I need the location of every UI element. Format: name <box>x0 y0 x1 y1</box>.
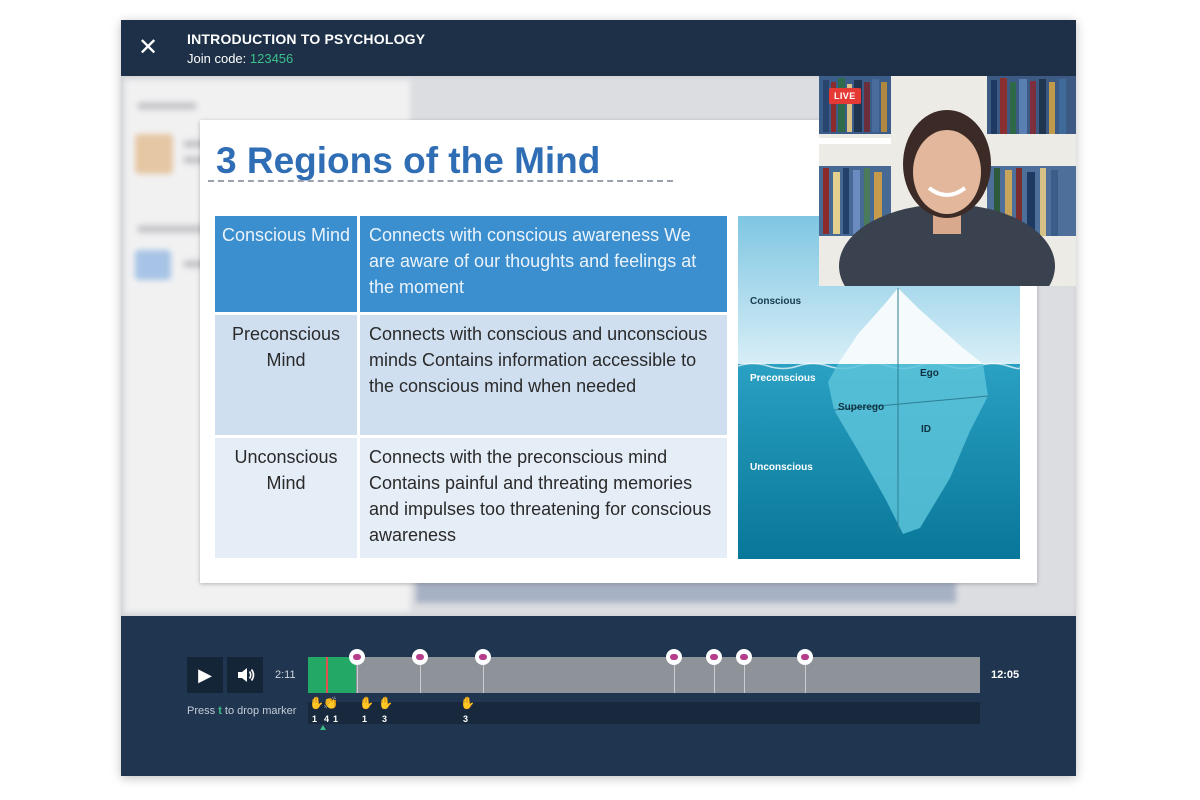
timeline-scrubber[interactable] <box>308 657 980 693</box>
comment-marker[interactable] <box>475 649 491 665</box>
region-description: Connects with the preconscious mind Cont… <box>360 438 727 558</box>
lecture-window: ✕ INTRODUCTION TO PSYCHOLOGY Join code: … <box>121 20 1076 776</box>
title-divider <box>208 180 673 182</box>
marker-line <box>744 665 745 693</box>
raise-hand-icon[interactable]: ✋ <box>359 696 374 710</box>
marker-hint: Press t to drop marker <box>187 705 296 717</box>
iceberg-label-conscious: Conscious <box>750 296 802 307</box>
region-name: Unconscious Mind <box>215 438 357 558</box>
reaction-count: 1 <box>312 714 318 724</box>
region-description: Connects with conscious and unconscious … <box>360 315 727 435</box>
comment-marker[interactable] <box>736 649 752 665</box>
total-time: 12:05 <box>991 669 1020 681</box>
iceberg-label-id: ID <box>921 424 931 435</box>
table-row: Preconscious Mind Connects with consciou… <box>215 315 727 435</box>
comment-marker[interactable] <box>412 649 428 665</box>
raise-hand-icon[interactable]: ✋ <box>378 696 393 710</box>
marker-line <box>714 665 715 693</box>
hint-key: t <box>218 705 222 717</box>
table-row: Conscious Mind Connects with conscious a… <box>215 216 727 312</box>
timeline-progress <box>308 657 356 693</box>
presenter-image <box>819 76 1076 286</box>
clap-icon[interactable]: 👏 <box>323 696 338 710</box>
current-time: 2:11 <box>275 669 296 681</box>
marker-line <box>483 665 484 693</box>
comment-marker[interactable] <box>706 649 722 665</box>
reaction-count: 3 <box>382 714 388 724</box>
hint-suffix: to drop marker <box>224 705 297 717</box>
speaker-icon <box>238 668 255 682</box>
close-icon[interactable]: ✕ <box>135 35 161 61</box>
play-button[interactable]: ▶ <box>187 657 223 693</box>
region-name: Conscious Mind <box>215 216 357 312</box>
marker-line <box>674 665 675 693</box>
iceberg-label-unconscious: Unconscious <box>750 462 813 473</box>
marker-line <box>805 665 806 693</box>
comment-marker[interactable] <box>666 649 682 665</box>
marker-line <box>357 665 358 693</box>
join-code-line: Join code: 123456 <box>187 51 293 66</box>
region-name: Preconscious Mind <box>215 315 357 435</box>
comment-marker[interactable] <box>797 649 813 665</box>
volume-button[interactable] <box>227 657 263 693</box>
iceberg-label-preconscious: Preconscious <box>750 373 816 384</box>
reaction-count: 1 <box>333 714 339 724</box>
playback-controls: ▶ 2:11 12:05 Press t to drop marker ✋ 👏 … <box>121 616 1076 776</box>
course-title: INTRODUCTION TO PSYCHOLOGY <box>187 31 426 47</box>
presenter-video: LIVE <box>819 76 1076 286</box>
playhead-indicator <box>320 725 326 730</box>
marker-line <box>420 665 421 693</box>
join-code-value: 123456 <box>249 51 294 66</box>
comment-marker[interactable] <box>349 649 365 665</box>
regions-table: Conscious Mind Connects with conscious a… <box>215 216 727 561</box>
reaction-count: 3 <box>463 714 469 724</box>
blurred-thumbnail-strip <box>416 581 956 603</box>
reaction-count: 4 <box>324 714 330 724</box>
playhead[interactable] <box>326 657 328 693</box>
raise-hand-icon[interactable]: ✋ <box>460 696 475 710</box>
reaction-count: 1 <box>362 714 368 724</box>
slide-title: 3 Regions of the Mind <box>216 140 601 181</box>
iceberg-label-ego: Ego <box>920 368 939 379</box>
table-row: Unconscious Mind Connects with the preco… <box>215 438 727 558</box>
hint-prefix: Press <box>187 705 216 717</box>
region-description: Connects with conscious awareness We are… <box>360 216 727 312</box>
raise-hand-icon[interactable]: ✋ <box>309 696 324 710</box>
live-badge: LIVE <box>829 88 861 104</box>
join-code-label: Join code: <box>187 51 247 66</box>
iceberg-label-superego: Superego <box>838 402 885 413</box>
reaction-track <box>308 702 980 724</box>
top-bar: ✕ INTRODUCTION TO PSYCHOLOGY Join code: … <box>121 20 1076 76</box>
